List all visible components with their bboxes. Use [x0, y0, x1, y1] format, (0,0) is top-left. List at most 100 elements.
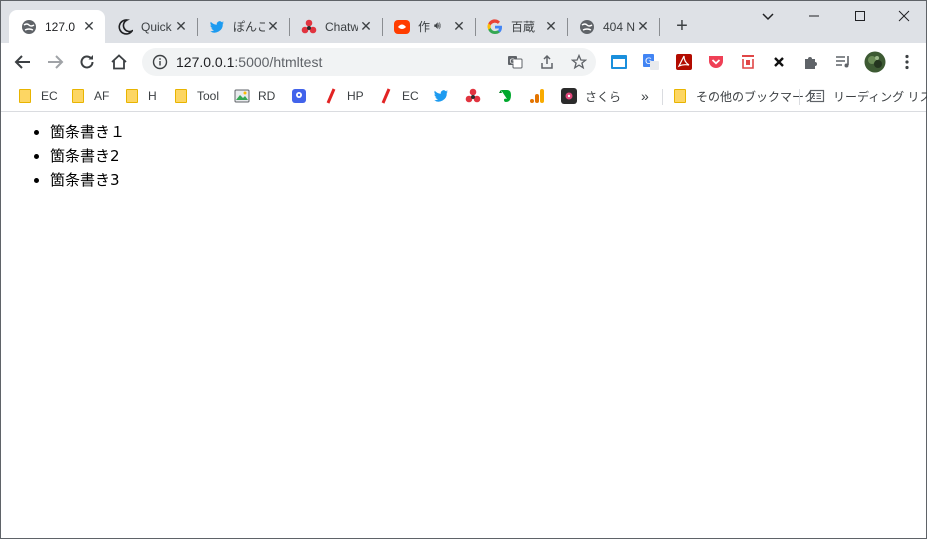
back-button[interactable] [11, 50, 35, 74]
address-bar[interactable]: 127.0.0.1:5000/htmltest G [142, 48, 596, 76]
more-vertical-icon [905, 54, 909, 70]
forward-button[interactable] [43, 50, 67, 74]
sakura-icon [561, 88, 577, 104]
tab-divider [659, 18, 660, 36]
chatwork-icon [301, 19, 317, 35]
slash-icon [378, 88, 394, 104]
close-icon[interactable]: ✕ [451, 18, 467, 35]
bullet-list: 箇条書き１ 箇条書き2 箇条書き3 [1, 120, 926, 192]
folder-icon [173, 88, 189, 104]
translate-icon[interactable]: G [507, 54, 523, 70]
bookmarks-bar: EC AF H Tool RD HP EC さくら » その他のブックマーク リ… [1, 81, 927, 112]
bookmark-label: H [148, 89, 157, 103]
bookmarks-overflow-button[interactable]: » [641, 86, 649, 106]
reload-button[interactable] [75, 50, 99, 74]
extensions-puzzle-icon[interactable] [801, 52, 821, 72]
extension-pdf-icon[interactable] [674, 52, 694, 72]
tab-127[interactable]: 127.0 ✕ [9, 10, 105, 43]
reading-list[interactable]: リーディング リスト [809, 86, 927, 106]
bookmark-sakura[interactable]: さくら [561, 86, 621, 106]
profile-avatar[interactable] [863, 50, 887, 74]
list-item: 箇条書き3 [50, 168, 926, 192]
new-tab-button[interactable]: + [671, 15, 693, 37]
speaker-icon[interactable]: 🔊︎ [434, 20, 441, 33]
extension-translate-icon[interactable]: G [641, 52, 661, 72]
minimize-button[interactable] [791, 1, 837, 31]
chatwork-icon [465, 88, 481, 104]
slash-icon [323, 88, 339, 104]
tab-strip: 127.0 ✕ Quick ✕ ぽんこ ✕ Chatw ✕ 作 🔊︎ ✕ 百蔵 … [1, 1, 926, 43]
close-icon[interactable]: ✕ [543, 18, 559, 35]
bookmark-ec2[interactable]: EC [378, 86, 419, 106]
extension-screenshot-icon[interactable] [609, 52, 629, 72]
tab-title: 作 [418, 20, 431, 34]
tab-title: 127.0 [45, 19, 76, 34]
bookmark-label: EC [402, 89, 419, 103]
bookmark-chatwork[interactable] [465, 86, 489, 106]
tab-video[interactable]: 作 🔊︎ ✕ [382, 10, 475, 43]
close-icon[interactable]: ✕ [81, 18, 97, 35]
url-path: :5000/htmltest [234, 54, 323, 70]
extension-readlater-icon[interactable] [738, 52, 758, 72]
info-icon[interactable] [152, 54, 168, 70]
bookmarks-divider [662, 89, 663, 105]
close-icon[interactable]: ✕ [265, 18, 281, 35]
folder-icon [17, 88, 33, 104]
image-icon [234, 88, 250, 104]
tab-ponko[interactable]: ぽんこ ✕ [197, 10, 289, 43]
other-bookmarks[interactable]: その他のブックマーク [672, 86, 816, 106]
tab-title: ぽんこ [233, 20, 265, 34]
tab-404[interactable]: 404 N ✕ [567, 10, 659, 43]
evernote-icon [497, 88, 513, 104]
close-icon[interactable]: ✕ [173, 18, 189, 35]
twitter-icon [433, 88, 449, 104]
bookmark-evernote[interactable] [497, 86, 521, 106]
overflow-label: » [641, 88, 649, 104]
folder-icon [672, 88, 688, 104]
menu-button[interactable] [897, 52, 917, 72]
bookmark-af[interactable]: AF [70, 86, 109, 106]
media-queue-icon[interactable] [833, 52, 853, 72]
google-icon [487, 18, 503, 35]
bookmark-map[interactable] [291, 86, 315, 106]
url-host: 127.0.0.1 [176, 54, 235, 70]
tab-title: 百蔵 [511, 20, 536, 34]
minimize-icon [809, 15, 819, 17]
bookmark-twitter[interactable] [433, 86, 457, 106]
bookmark-label: HP [347, 89, 364, 103]
arrow-left-icon [14, 55, 30, 69]
avatar-icon [864, 51, 886, 73]
bookmark-h[interactable]: H [124, 86, 157, 106]
reading-list-label: リーディング リスト [833, 89, 927, 104]
svg-text:G: G [510, 58, 515, 66]
share-icon[interactable] [539, 54, 555, 70]
map-icon [291, 88, 307, 104]
close-icon[interactable]: ✕ [358, 18, 374, 35]
close-icon[interactable]: ✕ [635, 18, 651, 35]
tab-quick[interactable]: Quick ✕ [105, 10, 197, 43]
extension-pocket-icon[interactable] [706, 52, 726, 72]
arrow-right-icon [48, 55, 64, 69]
close-window-button[interactable] [881, 1, 927, 31]
bookmark-label: さくら [585, 89, 622, 104]
folder-icon [70, 88, 86, 104]
address-url[interactable]: 127.0.0.1:5000/htmltest [176, 54, 322, 70]
bookmark-label: Tool [197, 89, 220, 103]
home-button[interactable] [107, 50, 131, 74]
bookmarks-divider [799, 89, 800, 105]
extension-x-icon[interactable] [769, 52, 789, 72]
tab-title: Chatw [325, 19, 358, 34]
bookmark-rd[interactable]: RD [234, 86, 275, 106]
maximize-icon [855, 11, 865, 21]
tab-title: Quick [141, 19, 172, 34]
close-icon [898, 10, 910, 22]
bookmark-ec[interactable]: EC [17, 86, 58, 106]
tab-chatwork[interactable]: Chatw ✕ [289, 10, 382, 43]
tab-google[interactable]: 百蔵 ✕ [475, 10, 567, 43]
tab-search-button[interactable] [758, 6, 778, 26]
bookmark-hp[interactable]: HP [323, 86, 364, 106]
star-icon[interactable] [571, 54, 587, 70]
maximize-button[interactable] [837, 1, 883, 31]
bookmark-analytics[interactable] [529, 86, 553, 106]
bookmark-tool[interactable]: Tool [173, 86, 219, 106]
